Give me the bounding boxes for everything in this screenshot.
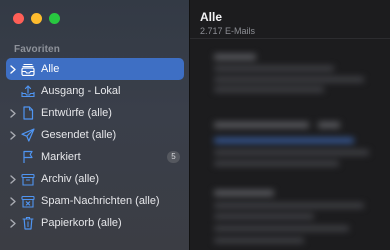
flag-icon <box>21 146 35 168</box>
mail-window: Favoriten Alle Ausgang - Lokal Entwürfe … <box>0 0 390 250</box>
close-window-button[interactable] <box>13 13 24 24</box>
blurred-message-list <box>190 40 390 250</box>
message-row[interactable] <box>214 226 349 231</box>
minimize-window-button[interactable] <box>31 13 42 24</box>
archive-box-icon <box>21 168 35 190</box>
chevron-right-icon[interactable] <box>9 102 17 124</box>
sidebar-item-ausgang-lokal[interactable]: Ausgang - Lokal <box>6 80 184 102</box>
sidebar-item-label: Papierkorb (alle) <box>41 217 122 229</box>
sidebar-item-label: Entwürfe (alle) <box>41 107 112 119</box>
message-row[interactable] <box>214 87 324 92</box>
favorites-section-title[interactable]: Favoriten <box>14 44 60 55</box>
sidebar-item-label: Archiv (alle) <box>41 173 100 185</box>
sidebar-item-label: Spam-Nachrichten (alle) <box>41 195 160 207</box>
mailbox-title: Alle <box>200 10 223 24</box>
sidebar-item-label: Markiert <box>41 151 81 163</box>
message-row[interactable] <box>318 122 340 128</box>
message-row[interactable] <box>214 190 274 196</box>
message-row[interactable] <box>214 77 364 82</box>
message-row[interactable] <box>214 161 339 166</box>
chevron-right-icon[interactable] <box>9 190 17 212</box>
outbox-tray-icon <box>21 80 35 102</box>
sidebar-item-label: Alle <box>41 63 60 75</box>
message-row[interactable] <box>214 66 334 71</box>
sidebar-item-archiv[interactable]: Archiv (alle) <box>6 168 184 190</box>
sidebar-item-gesendet[interactable]: Gesendet (alle) <box>6 124 184 146</box>
sidebar-item-papierkorb[interactable]: Papierkorb (alle) <box>6 212 184 234</box>
mailbox-header: Alle 2.717 E-Mails <box>200 10 255 36</box>
message-row[interactable] <box>214 150 369 155</box>
sidebar: Favoriten Alle Ausgang - Lokal Entwürfe … <box>0 0 190 250</box>
paper-plane-icon <box>21 124 35 146</box>
trash-icon <box>21 212 35 234</box>
message-row[interactable] <box>214 138 354 143</box>
sidebar-item-alle[interactable]: Alle <box>6 58 184 80</box>
zoom-window-button[interactable] <box>49 13 60 24</box>
chevron-right-icon[interactable] <box>9 168 17 190</box>
sidebar-item-markiert[interactable]: Markiert 5 <box>6 146 184 168</box>
mailbox-message-count: 2.717 E-Mails <box>200 26 256 36</box>
sidebar-item-label: Gesendet (alle) <box>41 129 117 141</box>
message-row[interactable] <box>214 122 309 128</box>
message-row[interactable] <box>214 203 364 208</box>
sidebar-item-spam[interactable]: Spam-Nachrichten (alle) <box>6 190 184 212</box>
chevron-right-icon[interactable] <box>9 212 17 234</box>
tray-stack-icon <box>21 58 35 80</box>
mailbox-list: Alle Ausgang - Lokal Entwürfe (alle) Ges… <box>6 58 184 234</box>
sidebar-item-label: Ausgang - Lokal <box>41 85 121 97</box>
message-row[interactable] <box>214 214 314 219</box>
junk-box-icon <box>21 190 35 212</box>
unread-count-badge: 5 <box>167 151 180 163</box>
chevron-right-icon[interactable] <box>9 124 17 146</box>
window-controls <box>13 13 60 24</box>
header-divider <box>190 38 390 39</box>
sidebar-item-entwuerfe[interactable]: Entwürfe (alle) <box>6 102 184 124</box>
chevron-right-icon[interactable] <box>9 58 17 80</box>
document-icon <box>21 102 35 124</box>
message-row[interactable] <box>214 238 304 243</box>
message-row[interactable] <box>214 54 256 60</box>
message-list-pane: Alle 2.717 E-Mails <box>190 0 390 250</box>
